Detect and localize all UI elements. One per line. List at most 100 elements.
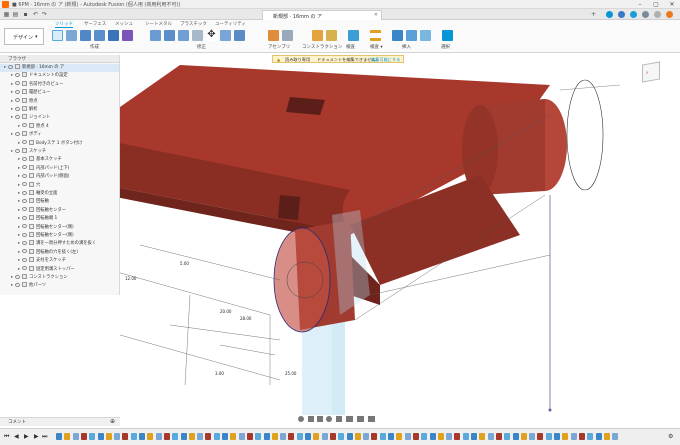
visibility-eye-icon[interactable]	[15, 98, 20, 103]
timeline-feature-icon[interactable]	[363, 433, 370, 440]
insert-mesh-icon[interactable]	[392, 30, 403, 41]
timeline-feature-icon[interactable]	[396, 433, 403, 440]
browser-tree-item[interactable]: ▸ 回転軸	[0, 198, 119, 206]
group-inspect-label-2[interactable]: 検査 ▾	[370, 44, 383, 50]
browser-tree-item[interactable]: ▸ 内部パッド(上下)	[0, 164, 119, 173]
timeline-feature-icon[interactable]	[421, 433, 428, 440]
browser-tree-item[interactable]: ▸ ドキュメントの設定	[0, 72, 119, 80]
align-icon[interactable]	[220, 30, 231, 41]
timeline-feature-icon[interactable]	[603, 433, 610, 440]
grid-settings-icon[interactable]	[357, 416, 364, 422]
new-tab-icon[interactable]: +	[590, 11, 597, 18]
timeline-feature-icon[interactable]	[64, 433, 71, 440]
clock-icon[interactable]	[654, 11, 661, 18]
timeline-feature-icon[interactable]	[462, 433, 469, 440]
group-insert-label[interactable]: 挿入	[402, 44, 411, 50]
timeline-feature-icon[interactable]	[122, 433, 129, 440]
visibility-eye-icon[interactable]	[22, 198, 27, 203]
timeline-end-icon[interactable]: ⏭	[42, 433, 47, 441]
create-form-icon[interactable]	[66, 30, 77, 41]
section-analysis-icon[interactable]	[370, 30, 381, 41]
browser-tree-item[interactable]: ▸ 回転軸センター(側)	[0, 232, 119, 240]
timeline-feature-icon[interactable]	[139, 433, 145, 440]
timeline-feature-icon[interactable]	[263, 433, 270, 440]
visibility-eye-icon[interactable]	[22, 266, 27, 271]
display-settings-icon[interactable]	[346, 416, 353, 422]
timeline-feature-icon[interactable]	[612, 433, 619, 440]
group-inspect-label[interactable]: 検査	[346, 44, 355, 50]
browser-tree-item[interactable]: ▸ 原点	[0, 97, 119, 106]
visibility-eye-icon[interactable]	[22, 207, 27, 212]
group-create-label[interactable]: 作成	[90, 44, 99, 50]
timeline-feature-icon[interactable]	[545, 433, 552, 440]
timeline-play-icon[interactable]: ▶	[24, 433, 29, 440]
timeline-feature-icon[interactable]	[56, 433, 62, 440]
timeline-feature-icon[interactable]	[587, 433, 594, 440]
group-select-label[interactable]: 選択	[441, 44, 450, 50]
timeline-feature-icon[interactable]	[255, 433, 262, 440]
timeline-feature-icon[interactable]	[346, 433, 353, 440]
visibility-eye-icon[interactable]	[15, 114, 20, 119]
redo-icon[interactable]: ↷	[41, 11, 48, 18]
visibility-eye-icon[interactable]	[15, 72, 20, 77]
shell-icon[interactable]	[192, 30, 203, 41]
timeline-feature-icon[interactable]	[479, 433, 486, 440]
visibility-eye-icon[interactable]	[22, 165, 27, 170]
timeline-feature-icon[interactable]	[354, 433, 361, 440]
group-construction-label[interactable]: コンストラクション	[302, 44, 342, 50]
visibility-eye-icon[interactable]	[15, 274, 20, 279]
timeline-feature-icon[interactable]	[105, 433, 112, 440]
timeline-feature-icon[interactable]	[197, 433, 204, 440]
fit-icon[interactable]	[336, 416, 342, 422]
browser-tree-item[interactable]: ▸ 回転軸端 1	[0, 215, 119, 223]
timeline-feature-icon[interactable]	[288, 433, 295, 440]
visibility-eye-icon[interactable]	[22, 249, 27, 254]
browser-tree-item[interactable]: ▸ ボディ	[0, 131, 119, 139]
extrude-icon[interactable]	[80, 30, 91, 41]
browser-tree-item[interactable]: ▸ 回転軸センター(側)	[0, 223, 119, 232]
browser-tree-item[interactable]: ▸ 新規部 · 16mm の ア	[0, 64, 119, 72]
browser-tree-item[interactable]: ▸ 固定用溝ストッパー	[0, 265, 119, 274]
zoom-icon[interactable]	[326, 416, 332, 422]
chamfer-icon[interactable]	[178, 30, 189, 41]
timeline-feature-icon[interactable]	[404, 433, 411, 440]
browser-tree-item[interactable]: ▸ 他パーツ	[0, 282, 119, 290]
pan-icon[interactable]	[317, 416, 323, 422]
minimize-button[interactable]: –	[632, 0, 648, 9]
visibility-eye-icon[interactable]	[22, 224, 27, 229]
fillet-icon[interactable]	[164, 30, 175, 41]
primitive-icon[interactable]	[122, 30, 133, 41]
tab-utility[interactable]: ユーティリティ	[215, 21, 246, 27]
visibility-eye-icon[interactable]	[22, 232, 27, 237]
notifications-icon[interactable]	[618, 11, 625, 18]
tab-solid[interactable]: ソリッド	[55, 21, 73, 28]
timeline-feature-icon[interactable]	[222, 433, 228, 440]
visibility-eye-icon[interactable]	[22, 182, 27, 187]
make-editable-link[interactable]: 編集可能にする	[371, 57, 400, 63]
visibility-eye-icon[interactable]	[22, 257, 27, 262]
visibility-eye-icon[interactable]	[15, 81, 20, 86]
timeline-settings-icon[interactable]: ⚙	[668, 433, 673, 440]
user-avatar[interactable]	[666, 11, 673, 18]
axis-endpoint[interactable]	[548, 408, 552, 412]
timeline-feature-icon[interactable]	[437, 433, 444, 440]
close-tab-icon[interactable]: ✕	[374, 12, 378, 18]
save-icon[interactable]: ▪	[22, 11, 29, 18]
help-icon[interactable]	[630, 11, 637, 18]
visibility-eye-icon[interactable]	[22, 140, 27, 145]
timeline-feature-icon[interactable]	[89, 433, 96, 440]
visibility-eye-icon[interactable]	[22, 240, 27, 245]
timeline-feature-icon[interactable]	[570, 433, 577, 440]
timeline-feature-icon[interactable]	[97, 433, 104, 440]
timeline-feature-icon[interactable]	[329, 433, 336, 440]
timeline-prev-icon[interactable]: ◀	[14, 433, 19, 440]
tab-plastic[interactable]: プラスチック	[180, 21, 207, 27]
timeline-feature-icon[interactable]	[130, 433, 137, 440]
timeline-feature-icon[interactable]	[80, 433, 87, 440]
canvas-viewport[interactable]: 5.00 12.00 20.00 28.00 3.00 25.00 x	[72, 55, 680, 415]
timeline-feature-icon[interactable]	[578, 433, 585, 440]
insert-derive-icon[interactable]	[406, 30, 417, 41]
timeline-feature-icon[interactable]	[379, 433, 386, 440]
browser-tree-item[interactable]: ▸ 回転軸の穴を抜く(左)	[0, 248, 119, 257]
timeline-feature-icon[interactable]	[471, 433, 477, 440]
